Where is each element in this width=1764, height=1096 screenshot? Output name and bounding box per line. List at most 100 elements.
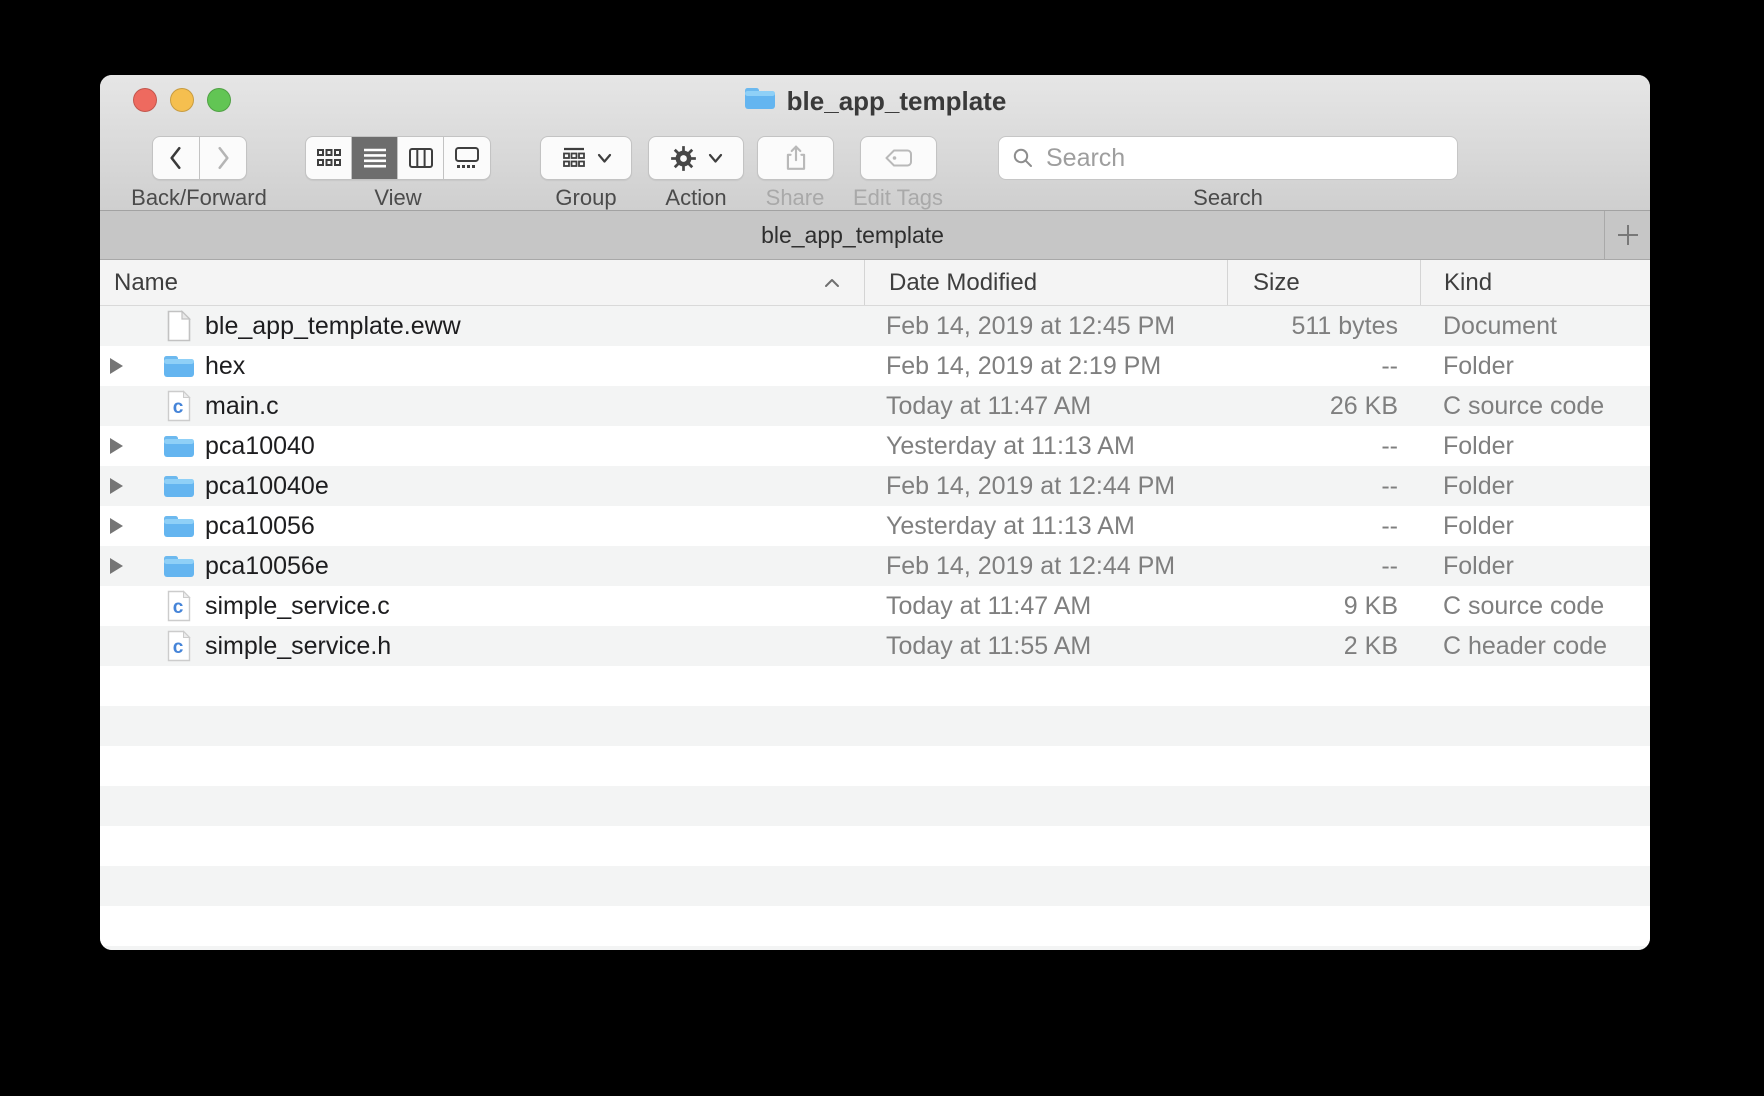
file-kind: Folder	[1420, 506, 1650, 546]
disclosure-triangle[interactable]	[106, 478, 126, 494]
file-date-modified: Today at 11:55 AM	[864, 626, 1227, 666]
title-bar: ble_app_template	[100, 75, 1650, 211]
tab-ble-app-template[interactable]: ble_app_template	[100, 211, 1605, 259]
file-row[interactable]: pca10040e Feb 14, 2019 at 12:44 PM -- Fo…	[100, 466, 1650, 506]
edit-tags-button[interactable]	[860, 136, 937, 180]
file-row[interactable]: hex Feb 14, 2019 at 2:19 PM -- Folder	[100, 346, 1650, 386]
file-date-modified: Yesterday at 11:13 AM	[864, 506, 1227, 546]
view-label: View	[374, 185, 421, 211]
file-size: 2 KB	[1227, 626, 1420, 666]
column-header-kind[interactable]: Kind	[1420, 260, 1650, 305]
file-row[interactable]: pca10040 Yesterday at 11:13 AM -- Folder	[100, 426, 1650, 466]
window-title-text: ble_app_template	[787, 86, 1007, 117]
forward-button[interactable]	[200, 137, 247, 179]
list-view-icon	[362, 146, 388, 170]
file-kind: Folder	[1420, 426, 1650, 466]
file-size: --	[1227, 466, 1420, 506]
document-icon	[166, 310, 192, 342]
list-header: Name Date Modified Size Kind	[100, 260, 1650, 306]
share-button[interactable]	[757, 136, 834, 180]
group-icon	[561, 146, 587, 170]
share-icon	[783, 144, 809, 172]
svg-text:c: c	[173, 597, 184, 618]
file-size: 9 KB	[1227, 586, 1420, 626]
svg-text:c: c	[173, 637, 184, 658]
c-file-icon: c	[166, 590, 192, 622]
icon-view-icon	[316, 146, 342, 170]
search-field[interactable]	[998, 136, 1458, 180]
column-view-icon	[408, 146, 434, 170]
search-label: Search	[1193, 185, 1263, 211]
group-label: Group	[555, 185, 616, 211]
file-kind: Document	[1420, 306, 1650, 346]
disclosure-triangle[interactable]	[106, 518, 126, 534]
window-title: ble_app_template	[100, 86, 1650, 116]
title-folder-icon	[744, 85, 776, 118]
search-input[interactable]	[1044, 143, 1445, 174]
chevron-right-icon	[212, 145, 234, 171]
file-kind: Folder	[1420, 546, 1650, 586]
action-label: Action	[665, 185, 726, 211]
view-mode-control	[305, 136, 491, 180]
folder-icon	[163, 473, 195, 499]
gear-icon	[670, 145, 697, 172]
tag-icon	[884, 147, 914, 169]
file-size: --	[1227, 346, 1420, 386]
file-row[interactable]: c simple_service.c Today at 11:47 AM 9 K…	[100, 586, 1650, 626]
c-file-icon: c	[166, 630, 192, 662]
file-name: pca10056e	[205, 552, 329, 581]
tab-bar: ble_app_template	[100, 211, 1650, 260]
file-name: pca10056	[205, 512, 315, 541]
gallery-view-icon	[454, 146, 480, 170]
file-date-modified: Today at 11:47 AM	[864, 386, 1227, 426]
file-size: --	[1227, 506, 1420, 546]
share-label: Share	[766, 185, 825, 211]
disclosure-triangle[interactable]	[106, 558, 126, 574]
edit-tags-label: Edit Tags	[853, 185, 943, 211]
file-name: simple_service.h	[205, 632, 391, 661]
file-name: simple_service.c	[205, 592, 390, 621]
folder-icon	[163, 553, 195, 579]
file-list: ble_app_template.eww Feb 14, 2019 at 12:…	[100, 306, 1650, 950]
file-name: hex	[205, 352, 245, 381]
file-row[interactable]: c simple_service.h Today at 11:55 AM 2 K…	[100, 626, 1650, 666]
view-gallery-button[interactable]	[444, 137, 490, 179]
file-name: ble_app_template.eww	[205, 312, 461, 341]
disclosure-triangle[interactable]	[106, 438, 126, 454]
view-columns-button[interactable]	[398, 137, 444, 179]
file-date-modified: Feb 14, 2019 at 2:19 PM	[864, 346, 1227, 386]
file-size: --	[1227, 426, 1420, 466]
svg-text:c: c	[173, 397, 184, 418]
back-button[interactable]	[153, 137, 200, 179]
file-name: pca10040e	[205, 472, 329, 501]
column-header-date-modified[interactable]: Date Modified	[864, 260, 1227, 305]
sort-ascending-icon	[824, 277, 840, 289]
folder-icon	[163, 513, 195, 539]
view-icons-button[interactable]	[306, 137, 352, 179]
file-date-modified: Yesterday at 11:13 AM	[864, 426, 1227, 466]
chevron-down-icon	[597, 153, 612, 164]
new-tab-button[interactable]	[1604, 211, 1650, 259]
column-header-size[interactable]: Size	[1227, 260, 1420, 305]
file-date-modified: Today at 11:47 AM	[864, 586, 1227, 626]
file-kind: C source code	[1420, 386, 1650, 426]
view-list-button[interactable]	[352, 137, 398, 179]
chevron-left-icon	[165, 145, 187, 171]
file-row[interactable]: c main.c Today at 11:47 AM 26 KB C sourc…	[100, 386, 1650, 426]
search-icon	[1011, 146, 1035, 170]
file-date-modified: Feb 14, 2019 at 12:44 PM	[864, 546, 1227, 586]
chevron-down-icon	[708, 153, 723, 164]
file-row[interactable]: ble_app_template.eww Feb 14, 2019 at 12:…	[100, 306, 1650, 346]
file-row[interactable]: pca10056e Feb 14, 2019 at 12:44 PM -- Fo…	[100, 546, 1650, 586]
tab-title: ble_app_template	[761, 222, 944, 249]
file-name: main.c	[205, 392, 279, 421]
group-button[interactable]	[540, 136, 632, 180]
disclosure-triangle[interactable]	[106, 358, 126, 374]
file-kind: Folder	[1420, 466, 1650, 506]
c-file-icon: c	[166, 390, 192, 422]
file-row[interactable]: pca10056 Yesterday at 11:13 AM -- Folder	[100, 506, 1650, 546]
file-date-modified: Feb 14, 2019 at 12:44 PM	[864, 466, 1227, 506]
column-header-name[interactable]: Name	[100, 260, 864, 305]
folder-icon	[163, 353, 195, 379]
action-button[interactable]	[648, 136, 744, 180]
